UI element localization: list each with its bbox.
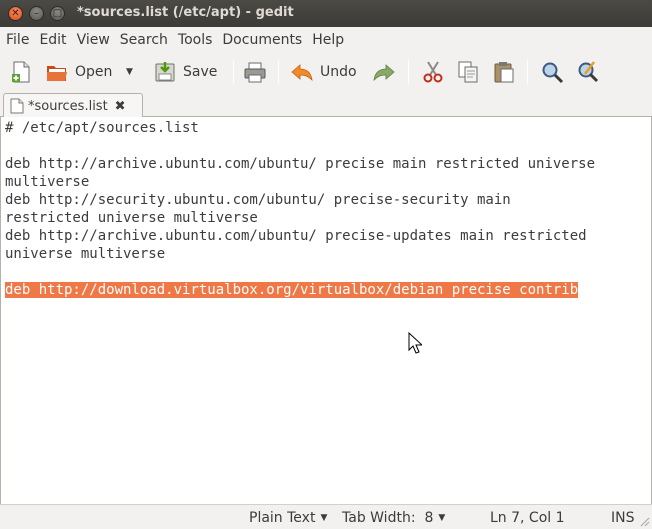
selected-line: deb http://download.virtualbox.org/virtu… <box>5 281 579 299</box>
editor-line: restricted universe multiverse <box>5 210 258 226</box>
chevron-down-icon: ▼ <box>126 67 133 77</box>
print-button[interactable] <box>243 56 267 88</box>
find-replace-button[interactable] <box>576 56 600 88</box>
menu-file[interactable]: File <box>2 32 33 48</box>
new-document-icon <box>12 61 30 83</box>
toolbar-separator <box>278 60 279 84</box>
text-editor[interactable]: # /etc/apt/sources.list deb http://archi… <box>0 117 652 504</box>
print-icon <box>244 62 266 83</box>
editor-line: multiverse <box>5 174 90 190</box>
minimize-icon: – <box>34 7 39 19</box>
tab-label: *sources.list <box>28 98 108 114</box>
editor-line: deb http://archive.ubuntu.com/ubuntu/ pr… <box>5 156 596 172</box>
undo-icon <box>291 64 313 82</box>
toolbar-separator <box>408 60 409 84</box>
find-replace-icon <box>578 61 599 83</box>
cursor-position: Ln 7, Col 1 <box>490 510 565 526</box>
find-icon <box>542 62 564 84</box>
cut-button[interactable] <box>421 56 445 88</box>
redo-button[interactable] <box>372 56 396 88</box>
paste-button[interactable] <box>492 56 516 88</box>
find-button[interactable] <box>540 56 564 88</box>
window-title: *sources.list (/etc/apt) - gedit <box>77 5 294 20</box>
open-dropdown-button[interactable]: ▼ <box>126 56 133 88</box>
paste-icon <box>494 62 514 83</box>
language-label: Plain Text <box>249 510 316 526</box>
maximize-window-button[interactable]: □ <box>50 6 65 21</box>
toolbar: Open ▼ Save Undo <box>0 52 652 91</box>
minimize-window-button[interactable]: – <box>29 6 44 21</box>
copy-icon <box>458 61 478 83</box>
new-button[interactable] <box>9 56 33 88</box>
redo-icon <box>373 64 395 82</box>
insert-mode: INS <box>611 510 635 526</box>
copy-button[interactable] <box>456 56 480 88</box>
editor-line: deb http://archive.ubuntu.com/ubuntu/ pr… <box>5 228 587 244</box>
save-button[interactable]: Save <box>153 56 217 88</box>
toolbar-separator <box>527 60 528 84</box>
toolbar-separator <box>233 60 234 84</box>
menu-edit[interactable]: Edit <box>35 32 70 48</box>
menu-tools[interactable]: Tools <box>174 32 217 48</box>
mouse-pointer-icon <box>408 332 422 354</box>
save-label: Save <box>183 64 218 80</box>
undo-button[interactable]: Undo <box>290 56 357 88</box>
cut-icon <box>423 61 443 83</box>
editor-line: deb http://security.ubuntu.com/ubuntu/ p… <box>5 192 511 208</box>
chevron-down-icon: ▼ <box>438 513 446 523</box>
menu-view[interactable]: View <box>73 32 114 48</box>
document-tabs: *sources.list ✖ <box>0 91 652 118</box>
open-label: Open <box>75 64 113 80</box>
close-window-button[interactable]: ✕ <box>8 6 23 21</box>
editor-line: # /etc/apt/sources.list <box>5 120 199 136</box>
open-button[interactable]: Open <box>45 56 112 88</box>
menu-bar: File Edit View Search Tools Documents He… <box>0 27 652 52</box>
resize-grip-icon[interactable] <box>638 515 650 527</box>
tab-width-selector[interactable]: Tab Width: 8 ▼ <box>342 510 445 526</box>
menu-help[interactable]: Help <box>308 32 348 48</box>
save-icon <box>155 62 175 82</box>
text-file-icon <box>10 98 24 114</box>
editor-line: universe multiverse <box>5 246 166 262</box>
menu-search[interactable]: Search <box>116 32 172 48</box>
title-bar[interactable]: ✕ – □ *sources.list (/etc/apt) - gedit <box>0 0 652 27</box>
menu-documents[interactable]: Documents <box>218 32 306 48</box>
tab-sources-list[interactable]: *sources.list ✖ <box>3 93 143 118</box>
close-icon: ✕ <box>11 7 20 19</box>
folder-open-icon <box>47 66 67 81</box>
tab-width-label: Tab Width: 8 <box>342 510 434 526</box>
undo-label: Undo <box>320 64 357 80</box>
selection-highlight: deb http://download.virtualbox.org/virtu… <box>5 282 579 298</box>
chevron-down-icon: ▼ <box>320 513 328 523</box>
language-selector[interactable]: Plain Text ▼ <box>249 510 327 526</box>
maximize-icon: □ <box>52 7 63 19</box>
status-bar: Plain Text ▼ Tab Width: 8 ▼ Ln 7, Col 1 IN… <box>0 504 652 529</box>
close-icon[interactable]: ✖ <box>115 99 126 114</box>
